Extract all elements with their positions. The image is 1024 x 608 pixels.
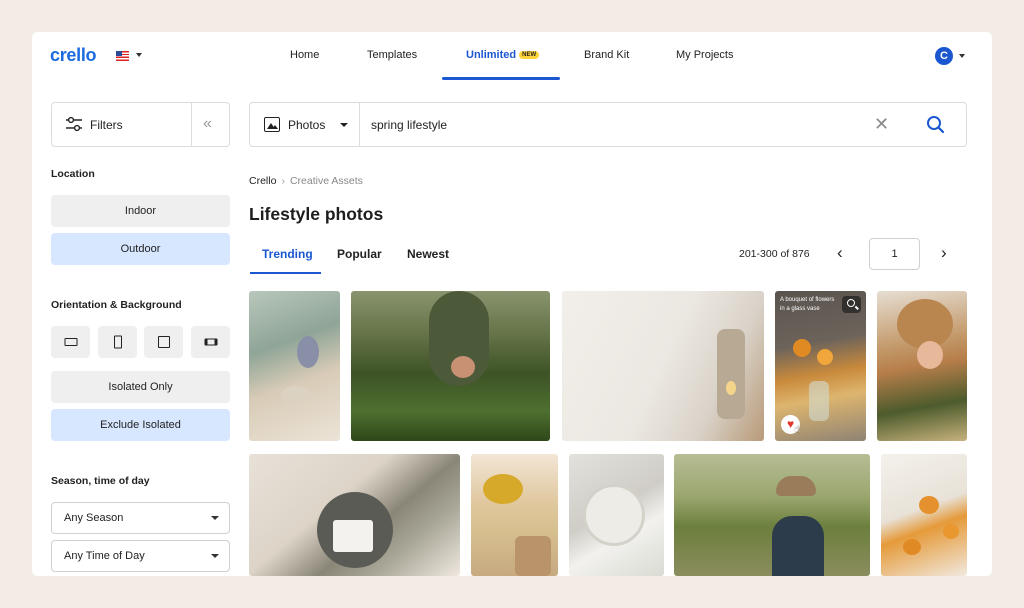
isolated-only-button[interactable]: Isolated Only	[51, 371, 230, 403]
photo-tile-hovered[interactable]: A bouquet of flowers in a glass vase ☝	[775, 291, 866, 441]
flower-shape	[793, 339, 811, 357]
season-select[interactable]: Any Season	[51, 502, 230, 534]
fruit-shape	[903, 539, 921, 555]
orientation-title: Orientation & Background	[51, 299, 182, 311]
photo-tile[interactable]	[569, 454, 664, 576]
active-tab-indicator	[250, 272, 321, 274]
season-title: Season, time of day	[51, 475, 150, 487]
nav-templates[interactable]: Templates	[367, 49, 417, 61]
mirror-shape	[583, 484, 645, 546]
language-dropdown-caret-icon[interactable]	[136, 53, 142, 57]
active-nav-indicator	[442, 77, 560, 80]
chevron-down-icon[interactable]	[340, 123, 348, 127]
time-of-day-select[interactable]: Any Time of Day	[51, 540, 230, 572]
season-select-value: Any Season	[64, 512, 124, 524]
nav-brand-kit[interactable]: Brand Kit	[584, 49, 629, 61]
chevron-down-icon	[211, 516, 219, 520]
lantern-shape	[717, 329, 745, 419]
photo-tile[interactable]	[881, 454, 967, 576]
breadcrumb-current[interactable]: Creative Assets	[290, 175, 363, 187]
square-icon	[157, 336, 170, 348]
tab-trending[interactable]: Trending	[262, 247, 313, 261]
photo-tile[interactable]	[674, 454, 870, 576]
photo-caption: A bouquet of flowers in a glass vase	[780, 297, 835, 312]
asset-type-select[interactable]: Photos	[288, 118, 325, 132]
chevron-down-icon	[211, 554, 219, 558]
flower-shape	[817, 349, 833, 365]
account-menu-caret-icon[interactable]	[959, 54, 965, 58]
filters-label[interactable]: Filters	[90, 118, 123, 132]
photo-tile[interactable]	[249, 454, 460, 576]
orientation-square-button[interactable]	[144, 326, 183, 358]
nav-unlimited-label: Unlimited	[466, 49, 517, 61]
basket-shape	[515, 536, 551, 576]
image-icon[interactable]	[264, 117, 280, 132]
photo-tile[interactable]	[877, 291, 967, 441]
orientation-portrait-button[interactable]	[98, 326, 137, 358]
tab-popular[interactable]: Popular	[337, 247, 382, 261]
candle-glow	[726, 381, 736, 395]
top-navigation: crello Home Templates Unlimited NEW Brand…	[32, 32, 992, 80]
nav-my-projects[interactable]: My Projects	[676, 49, 733, 61]
location-indoor-button[interactable]: Indoor	[51, 195, 230, 227]
us-flag-icon[interactable]	[116, 51, 129, 61]
divider	[359, 103, 360, 146]
hat-shape	[776, 476, 816, 496]
breadcrumb-root[interactable]: Crello	[249, 175, 276, 187]
landscape-icon	[64, 338, 77, 346]
search-input[interactable]: spring lifestyle	[371, 118, 447, 132]
page-title: Lifestyle photos	[249, 204, 384, 224]
shirt-shape	[772, 516, 824, 576]
clear-search-icon[interactable]: ✕	[874, 114, 889, 134]
chevron-right-icon: ›	[281, 175, 285, 187]
face-shape	[917, 341, 943, 369]
fruit-shape	[919, 496, 939, 514]
filters-panel-header: Filters «	[51, 102, 230, 147]
photo-tile[interactable]	[562, 291, 764, 441]
search-bar: Photos spring lifestyle ✕	[249, 102, 967, 147]
sliders-icon	[66, 116, 82, 132]
previous-page-icon[interactable]: ‹	[837, 244, 843, 262]
photo-tile[interactable]	[249, 291, 340, 441]
vase-shape	[809, 381, 829, 421]
flower-shape	[297, 336, 319, 368]
new-badge: NEW	[519, 51, 540, 59]
page-number-input[interactable]: 1	[869, 238, 920, 270]
location-outdoor-button[interactable]: Outdoor	[51, 233, 230, 265]
orientation-landscape-button[interactable]	[51, 326, 90, 358]
hands-shape	[451, 356, 475, 378]
mimosa-shape	[483, 474, 523, 504]
time-of-day-select-value: Any Time of Day	[64, 550, 145, 562]
cup-shape	[281, 386, 311, 404]
nav-home[interactable]: Home	[290, 49, 319, 61]
panorama-icon	[204, 338, 217, 346]
divider	[191, 103, 192, 146]
crello-logo[interactable]: crello	[50, 45, 97, 66]
exclude-isolated-button[interactable]: Exclude Isolated	[51, 409, 230, 441]
fruit-shape	[943, 524, 959, 539]
collapse-sidebar-icon[interactable]: «	[203, 116, 212, 132]
portrait-icon	[113, 335, 122, 349]
results-range: 201-300 of 876	[739, 248, 810, 260]
photo-tile[interactable]	[351, 291, 550, 441]
tab-newest[interactable]: Newest	[407, 247, 449, 261]
photo-tile[interactable]	[471, 454, 558, 576]
search-icon[interactable]	[926, 115, 946, 135]
location-title: Location	[51, 168, 95, 180]
next-page-icon[interactable]: ›	[941, 244, 947, 262]
zoom-in-icon[interactable]	[842, 296, 861, 313]
breadcrumb: Crello › Creative Assets	[249, 175, 363, 187]
user-avatar[interactable]: C	[935, 47, 953, 65]
hand-cursor-icon: ☝	[794, 424, 801, 435]
orientation-panorama-button[interactable]	[191, 326, 230, 358]
card-shape	[333, 520, 373, 552]
app-window: crello Home Templates Unlimited NEW Brand…	[32, 32, 992, 576]
nav-unlimited[interactable]: Unlimited NEW	[466, 49, 540, 61]
